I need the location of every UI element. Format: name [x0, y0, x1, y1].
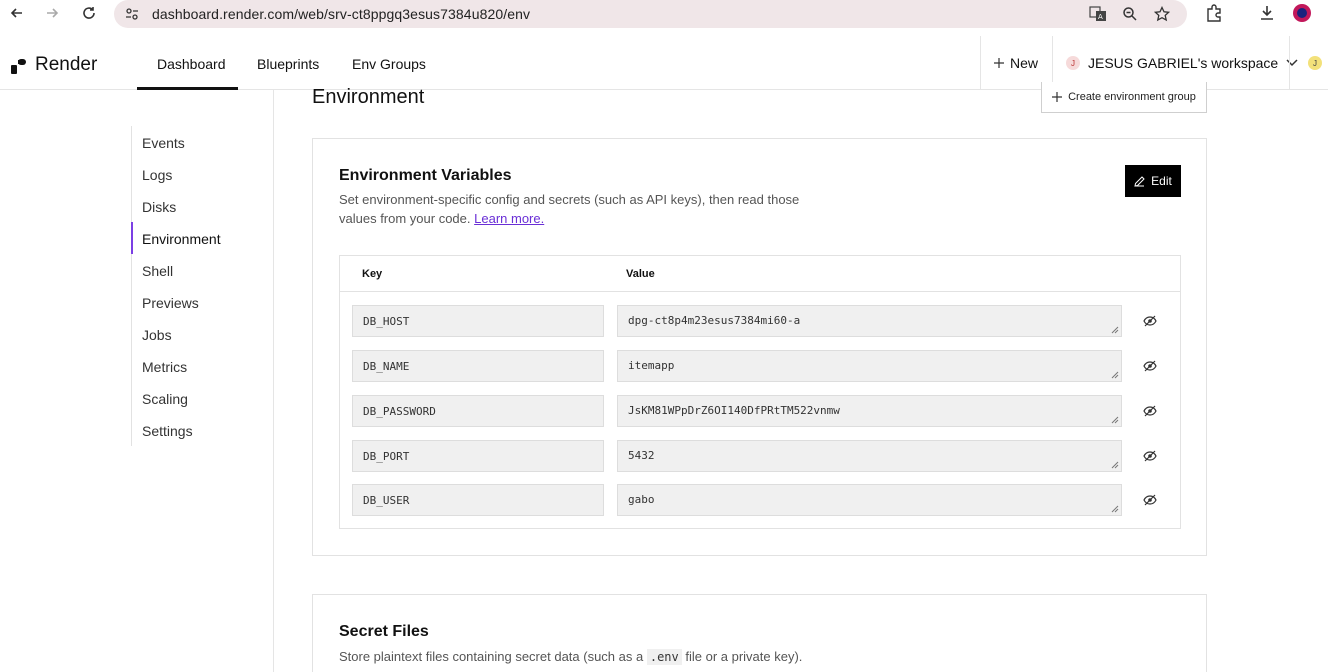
env-key-field[interactable]: DB_USER [352, 484, 604, 516]
env-key-field[interactable]: DB_HOST [352, 305, 604, 337]
tab-env-groups[interactable]: Env Groups [352, 56, 426, 72]
extensions-icon[interactable] [1204, 3, 1224, 23]
edit-label: Edit [1151, 174, 1172, 188]
table-header-divider [340, 291, 1180, 292]
back-icon[interactable] [7, 3, 27, 23]
env-value-field[interactable]: gabo [617, 484, 1122, 516]
secret-files-card: Secret Files Store plaintext files conta… [312, 594, 1207, 672]
active-tab-indicator [137, 87, 238, 90]
eye-slash-icon[interactable] [1142, 358, 1158, 374]
secret-files-description: Store plaintext files containing secret … [339, 647, 802, 667]
render-logo[interactable]: Render [11, 54, 97, 76]
address-bar[interactable]: dashboard.render.com/web/srv-ct8ppgq3esu… [114, 0, 1187, 28]
sidebar-divider [273, 90, 274, 672]
download-icon[interactable] [1257, 3, 1277, 23]
sidebar-item-environment[interactable]: Environment [142, 231, 221, 247]
secret-files-desc-prefix: Store plaintext files containing secret … [339, 649, 647, 664]
resize-handle-icon[interactable] [1111, 461, 1119, 469]
new-button[interactable]: New [994, 55, 1038, 71]
svg-text:A: A [1098, 13, 1103, 21]
chevron-down-icon [1286, 59, 1298, 67]
sidebar-item-scaling[interactable]: Scaling [142, 391, 188, 407]
sidebar-item-events[interactable]: Events [142, 135, 185, 151]
sidebar-item-shell[interactable]: Shell [142, 263, 173, 279]
env-value-field[interactable]: itemapp [617, 350, 1122, 382]
render-logo-icon [11, 58, 26, 74]
secret-files-title: Secret Files [339, 623, 429, 640]
sidebar-item-metrics[interactable]: Metrics [142, 359, 187, 375]
pencil-icon [1134, 175, 1145, 187]
new-button-label: New [1010, 55, 1039, 71]
workspace-label: JESUS GABRIEL's workspace [1088, 55, 1279, 71]
env-value-text: JsKM81WPpDrZ6OI140DfPRtTM522vnmw [628, 404, 840, 417]
env-value-text: gabo [628, 493, 655, 506]
eye-slash-icon[interactable] [1142, 403, 1158, 419]
sidebar-active-indicator [131, 222, 133, 254]
logo-text: Render [35, 54, 98, 75]
resize-handle-icon[interactable] [1111, 416, 1119, 424]
col-key-header: Key [362, 268, 383, 280]
env-value-field[interactable]: 5432 [617, 440, 1122, 472]
env-key-field[interactable]: DB_NAME [352, 350, 604, 382]
env-key-field[interactable]: DB_PORT [352, 440, 604, 472]
create-environment-group-button[interactable]: Create environment group [1041, 82, 1207, 113]
eye-slash-icon[interactable] [1142, 313, 1158, 329]
tab-blueprints[interactable]: Blueprints [257, 56, 319, 72]
resize-handle-icon[interactable] [1111, 505, 1119, 513]
profile-icon[interactable] [1292, 3, 1312, 23]
env-key-field[interactable]: DB_PASSWORD [352, 395, 604, 427]
env-vars-table: Key Value DB_HOST dpg-ct8p4m23esus7384mi… [339, 255, 1181, 529]
zoom-icon[interactable] [1120, 4, 1140, 24]
workspace-switcher[interactable]: J JESUS GABRIEL's workspace [1066, 55, 1298, 71]
tab-dashboard[interactable]: Dashboard [157, 56, 226, 72]
env-value-field[interactable]: JsKM81WPpDrZ6OI140DfPRtTM522vnmw [617, 395, 1122, 427]
env-vars-description: Set environment-specific config and secr… [339, 190, 799, 228]
user-avatar[interactable]: J [1308, 56, 1322, 70]
workspace-avatar: J [1066, 56, 1080, 70]
plus-icon [1052, 92, 1063, 102]
edit-button[interactable]: Edit [1125, 165, 1181, 197]
url-text: dashboard.render.com/web/srv-ct8ppgq3esu… [152, 6, 531, 22]
page-title: Environment [312, 86, 425, 108]
bookmark-star-icon[interactable] [1152, 4, 1172, 24]
env-vars-title: Environment Variables [339, 167, 512, 184]
resize-handle-icon[interactable] [1111, 326, 1119, 334]
sidebar-item-previews[interactable]: Previews [142, 295, 199, 311]
sidebar-item-settings[interactable]: Settings [142, 423, 193, 439]
learn-more-link[interactable]: Learn more. [474, 211, 544, 226]
forward-icon[interactable] [42, 3, 62, 23]
env-vars-desc-line2: values from your code. Learn more. [339, 209, 799, 228]
header-divider [1289, 36, 1290, 90]
env-vars-desc-line1: Set environment-specific config and secr… [339, 192, 800, 207]
env-value-text: 5432 [628, 449, 655, 462]
create-group-label: Create environment group [1068, 91, 1196, 103]
secret-files-desc-suffix: file or a private key). [681, 649, 803, 664]
env-file-code: .env [646, 649, 682, 665]
env-value-text: dpg-ct8p4m23esus7384mi60-a [628, 314, 801, 327]
sidebar-rail [131, 126, 132, 446]
header-divider [980, 36, 981, 90]
plus-icon [994, 58, 1004, 68]
eye-slash-icon[interactable] [1142, 492, 1158, 508]
browser-toolbar: dashboard.render.com/web/srv-ct8ppgq3esu… [0, 0, 1328, 36]
env-vars-desc-prefix: values from your code. [339, 211, 475, 226]
col-value-header: Value [626, 268, 655, 280]
env-value-field[interactable]: dpg-ct8p4m23esus7384mi60-a [617, 305, 1122, 337]
sidebar-item-disks[interactable]: Disks [142, 199, 176, 215]
sidebar-item-jobs[interactable]: Jobs [142, 327, 172, 343]
env-vars-card: Environment Variables Set environment-sp… [312, 138, 1207, 556]
resize-handle-icon[interactable] [1111, 371, 1119, 379]
translate-icon[interactable]: A [1088, 4, 1108, 24]
env-value-text: itemapp [628, 359, 675, 372]
sidebar-item-logs[interactable]: Logs [142, 167, 172, 183]
eye-slash-icon[interactable] [1142, 448, 1158, 464]
reload-icon[interactable] [79, 3, 99, 23]
site-info-icon[interactable] [122, 4, 142, 24]
